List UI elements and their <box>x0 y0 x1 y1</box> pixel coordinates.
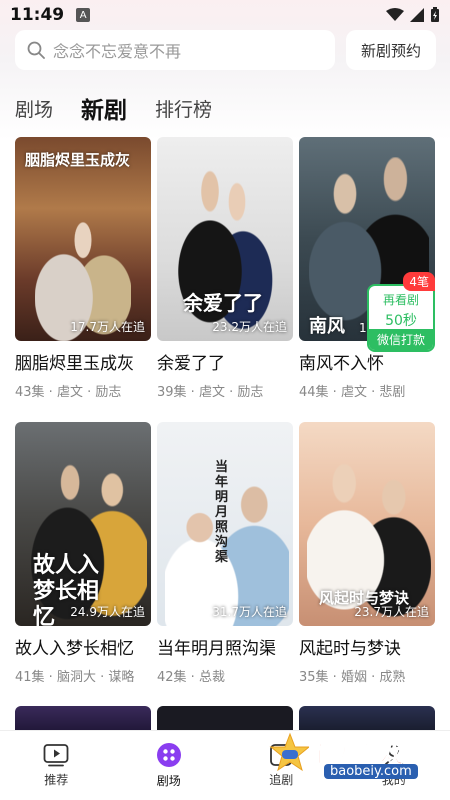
reward-ad-line2: 50秒 <box>385 313 417 329</box>
drama-meta: 42集 · 总裁 <box>157 670 225 685</box>
drama-card[interactable]: 胭脂烬里玉成灰 17.7万人在追 胭脂烬里玉成灰 43集 · 虐文 · 励志 <box>15 137 151 400</box>
drama-title: 余爱了了 <box>157 354 225 374</box>
drama-card[interactable]: 风起时与梦诀 23.7万人在追 风起时与梦诀 35集 · 婚姻 · 成熟 <box>299 422 435 685</box>
status-bar: 11:49 A <box>0 0 450 30</box>
viewer-count: 23.2万人在追 <box>212 320 287 334</box>
status-time: 11:49 <box>10 5 65 25</box>
status-icons <box>386 7 440 23</box>
drama-card[interactable]: 南风 12 南风不入怀 44集 · 虐文 · 悲剧 <box>299 137 435 400</box>
drama-title: 故人入梦长相忆 <box>15 639 134 659</box>
drama-title: 胭脂烬里玉成灰 <box>15 354 134 374</box>
drama-meta: 35集 · 婚姻 · 成熟 <box>299 670 406 685</box>
drama-poster[interactable]: 胭脂烬里玉成灰 17.7万人在追 <box>15 137 151 341</box>
reward-ad-line3: 微信打款 <box>369 329 433 350</box>
drama-card[interactable]: 余爱了了 23.2万人在追 余爱了了 39集 · 虐文 · 励志 <box>157 137 293 400</box>
drama-title: 南风不入怀 <box>299 354 384 374</box>
viewer-count: 24.9万人在追 <box>70 605 145 619</box>
signal-icon <box>410 8 424 22</box>
reward-ad-box[interactable]: 再看剧 50秒 微信打款 <box>367 284 435 352</box>
viewer-count: 31.7万人在追 <box>212 605 287 619</box>
drama-meta: 39集 · 虐文 · 励志 <box>157 385 264 400</box>
watermark-url: baobeiy.com <box>324 764 418 779</box>
tab-rankings[interactable]: 排行榜 <box>155 95 212 122</box>
drama-card[interactable]: 当年明月照沟渠 31.7万人在追 当年明月照沟渠 42集 · 总裁 <box>157 422 293 685</box>
drama-poster-partial[interactable] <box>157 706 293 730</box>
gamepad-logo-icon <box>269 732 311 772</box>
notification-a-icon: A <box>76 8 91 22</box>
poster-title: 当年明月照沟渠 <box>215 460 229 565</box>
category-tabs: 剧场 新剧 排行榜 <box>15 88 240 128</box>
drama-meta: 43集 · 虐文 · 励志 <box>15 385 122 400</box>
viewer-count: 23.7万人在追 <box>354 605 429 619</box>
search-icon <box>27 41 45 59</box>
tab-new-dramas[interactable]: 新剧 <box>81 91 127 125</box>
drama-poster[interactable]: 故人入梦长相忆 24.9万人在追 <box>15 422 151 626</box>
battery-icon <box>431 7 439 22</box>
drama-title: 当年明月照沟渠 <box>157 639 276 659</box>
drama-meta: 41集 · 脑洞大 · 谋略 <box>15 670 135 685</box>
drama-title: 风起时与梦诀 <box>299 639 401 659</box>
nav-item-theater[interactable]: 剧场 <box>113 731 226 800</box>
nav-item-recommend[interactable]: 推荐 <box>0 731 113 800</box>
drama-card[interactable]: 故人入梦长相忆 24.9万人在追 故人入梦长相忆 41集 · 脑洞大 · 谋略 <box>15 422 151 685</box>
new-drama-preorder-button[interactable]: 新剧预约 <box>346 30 436 70</box>
reward-ad-line1: 再看剧 <box>382 293 419 307</box>
search-bar[interactable]: 念念不忘爱意不再 <box>15 30 335 70</box>
play-icon <box>43 744 69 767</box>
site-watermark: 宝贝游戏网 baobeiy.com <box>268 730 443 785</box>
tab-theater[interactable]: 剧场 <box>15 95 53 122</box>
poster-title: 胭脂烬里玉成灰 <box>25 151 131 169</box>
theater-icon <box>156 743 181 767</box>
drama-poster-partial[interactable] <box>15 706 151 730</box>
drama-poster[interactable]: 余爱了了 23.2万人在追 <box>157 137 293 341</box>
reward-ad-badge: 4笔 <box>403 272 435 291</box>
wifi-icon <box>386 8 404 21</box>
search-placeholder: 念念不忘爱意不再 <box>53 42 182 61</box>
viewer-count: 17.7万人在追 <box>70 320 145 334</box>
poster-title: 南风 <box>309 316 345 337</box>
drama-poster[interactable]: 风起时与梦诀 23.7万人在追 <box>299 422 435 626</box>
drama-poster-partial[interactable] <box>299 706 435 730</box>
poster-title: 余爱了了 <box>183 291 263 315</box>
reward-float-ad[interactable]: 再看剧 50秒 微信打款 4笔 <box>367 272 435 352</box>
nav-label: 推荐 <box>44 773 69 787</box>
nav-label: 剧场 <box>156 774 181 788</box>
drama-poster[interactable]: 当年明月照沟渠 31.7万人在追 <box>157 422 293 626</box>
drama-meta: 44集 · 虐文 · 悲剧 <box>299 385 406 400</box>
